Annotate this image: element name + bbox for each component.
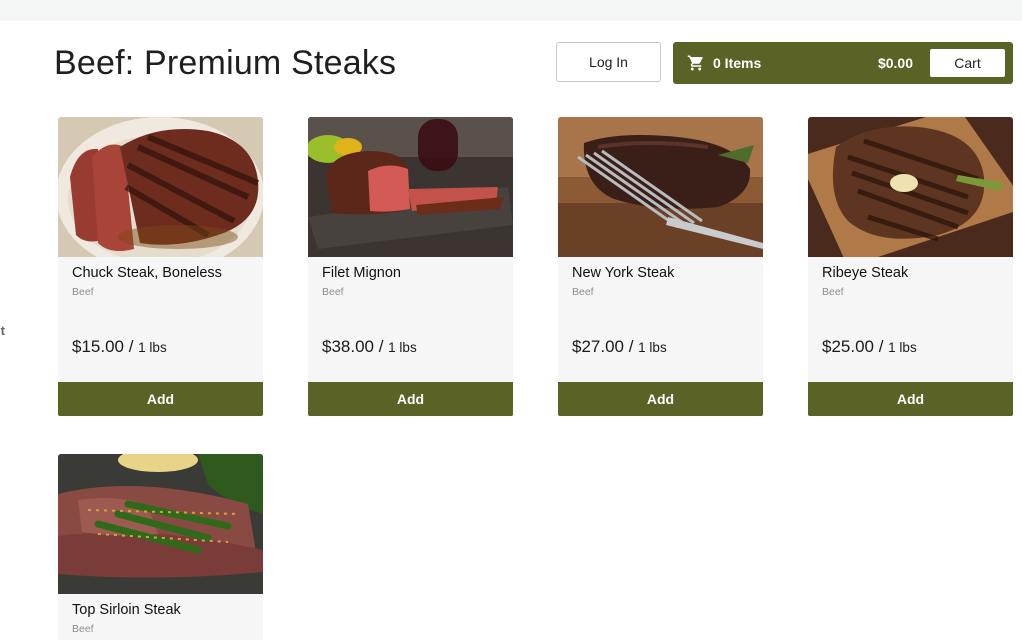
price-unit: 1 lbs (888, 340, 917, 355)
add-to-cart-button[interactable]: Add (808, 382, 1013, 416)
product-image-filet-mignon[interactable] (308, 117, 513, 257)
price-amount: $15.00 / (72, 337, 139, 356)
product-image-chuck-steak[interactable] (58, 117, 263, 257)
product-image-ribeye-steak[interactable] (808, 117, 1013, 257)
cart-icon (687, 54, 705, 72)
cart-bar[interactable]: 0 Items $0.00 Cart (673, 42, 1013, 84)
product-card[interactable]: Filet Mignon Beef $38.00 / 1 lbs Add (308, 117, 513, 416)
product-category: Beef (822, 286, 844, 298)
price-unit: 1 lbs (138, 340, 167, 355)
cart-button[interactable]: Cart (930, 49, 1005, 77)
product-image-new-york-steak[interactable] (558, 117, 763, 257)
product-card[interactable]: New York Steak Beef $27.00 / 1 lbs Add (558, 117, 763, 416)
product-category: Beef (72, 623, 94, 635)
sidebar-clipped-text[interactable]: it (0, 323, 5, 338)
product-name[interactable]: Chuck Steak, Boneless (72, 265, 222, 281)
product-card[interactable]: Chuck Steak, Boneless Beef $15.00 / 1 lb… (58, 117, 263, 416)
product-name[interactable]: Top Sirloin Steak (72, 602, 181, 618)
product-price: $25.00 / 1 lbs (822, 337, 917, 357)
add-to-cart-button[interactable]: Add (58, 382, 263, 416)
top-bar (0, 0, 1022, 21)
product-category: Beef (72, 286, 94, 298)
cart-item-count: 0 Items (713, 55, 762, 71)
product-category: Beef (322, 286, 344, 298)
product-category: Beef (572, 286, 594, 298)
product-image-top-sirloin-steak[interactable] (58, 454, 263, 594)
price-amount: $38.00 / (322, 337, 389, 356)
product-card[interactable]: Top Sirloin Steak Beef (58, 454, 263, 640)
product-card[interactable]: Ribeye Steak Beef $25.00 / 1 lbs Add (808, 117, 1013, 416)
product-name[interactable]: Ribeye Steak (822, 265, 908, 281)
login-button[interactable]: Log In (556, 42, 661, 82)
product-name[interactable]: Filet Mignon (322, 265, 401, 281)
product-price: $15.00 / 1 lbs (72, 337, 167, 357)
price-amount: $25.00 / (822, 337, 889, 356)
cart-total: $0.00 (877, 55, 913, 71)
price-unit: 1 lbs (638, 340, 667, 355)
add-to-cart-button[interactable]: Add (558, 382, 763, 416)
add-to-cart-button[interactable]: Add (308, 382, 513, 416)
product-price: $38.00 / 1 lbs (322, 337, 417, 357)
product-price: $27.00 / 1 lbs (572, 337, 667, 357)
product-name[interactable]: New York Steak (572, 265, 674, 281)
price-unit: 1 lbs (388, 340, 417, 355)
page-title: Beef: Premium Steaks (54, 44, 397, 82)
price-amount: $27.00 / (572, 337, 639, 356)
